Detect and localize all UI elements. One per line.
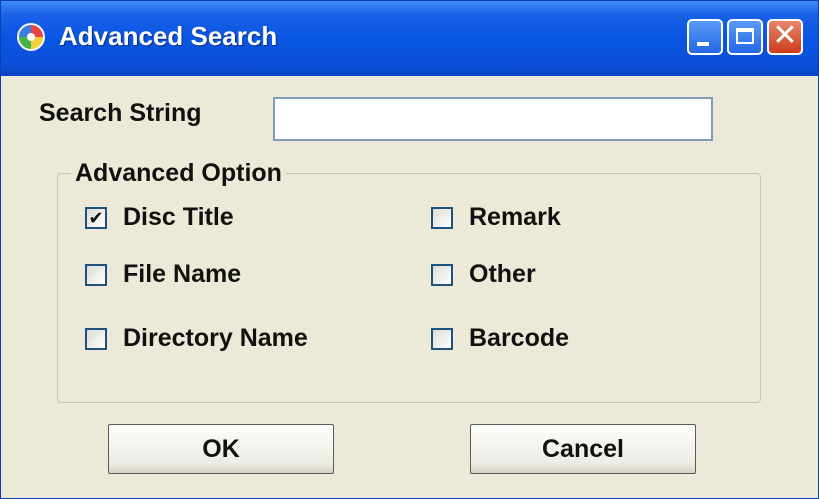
search-string-input[interactable] — [273, 97, 713, 141]
window-title: Advanced Search — [59, 21, 278, 51]
directory-name-checkbox[interactable] — [85, 328, 107, 350]
cancel-button[interactable]: Cancel — [470, 424, 696, 474]
maximize-icon — [736, 28, 754, 44]
barcode-checkbox[interactable] — [431, 328, 453, 350]
disc-icon — [17, 23, 45, 51]
file-name-checkbox[interactable] — [85, 264, 107, 286]
file-name-label[interactable]: File Name — [123, 260, 241, 289]
barcode-label[interactable]: Barcode — [469, 324, 569, 353]
other-checkbox[interactable] — [431, 264, 453, 286]
minimize-button[interactable] — [687, 19, 723, 55]
disc-title-label[interactable]: Disc Title — [123, 203, 234, 232]
close-icon: ✕ — [772, 19, 798, 52]
advanced-option-label: Advanced Option — [71, 159, 286, 188]
other-label[interactable]: Other — [469, 260, 536, 289]
disc-title-checkbox[interactable]: ✔ — [85, 207, 107, 229]
checkmark-icon: ✔ — [88, 208, 104, 228]
search-string-label: Search String — [39, 99, 202, 127]
remark-checkbox[interactable] — [431, 207, 453, 229]
title-bar[interactable]: Advanced Search ✕ — [1, 1, 818, 76]
directory-name-label[interactable]: Directory Name — [123, 324, 308, 353]
ok-button[interactable]: OK — [108, 424, 334, 474]
minimize-icon — [697, 42, 709, 46]
close-button[interactable]: ✕ — [767, 19, 803, 55]
advanced-search-window: Advanced Search ✕ Search String Advanced… — [0, 0, 819, 499]
maximize-button[interactable] — [727, 19, 763, 55]
remark-label[interactable]: Remark — [469, 203, 561, 232]
